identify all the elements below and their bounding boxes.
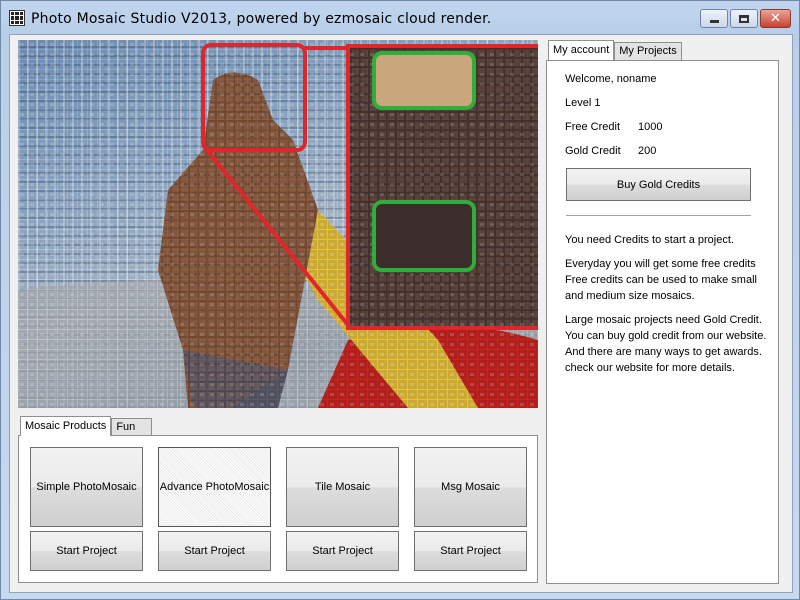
app-window: Photo Mosaic Studio V2013, powered by ez…: [0, 0, 800, 600]
info-credits-needed: You need Credits to start a project.: [565, 234, 734, 246]
info-free-credits-2: Free credits can be used to make small: [565, 274, 757, 286]
maximize-icon: [739, 14, 749, 23]
window-title: Photo Mosaic Studio V2013, powered by ez…: [31, 11, 492, 27]
tile-mosaic-button[interactable]: Tile Mosaic: [286, 447, 399, 527]
tab-fun[interactable]: Fun: [111, 418, 153, 436]
welcome-text: Welcome, noname: [565, 73, 657, 85]
info-gold-credit-2: You can buy gold credit from our website…: [565, 330, 767, 342]
gold-credit-value: 200: [638, 145, 657, 157]
client-area: Mosaic Products Fun Simple PhotoMosaic A…: [9, 34, 793, 593]
start-project-advance-button[interactable]: Start Project: [158, 531, 271, 571]
mosaic-preview-graphic: [18, 40, 538, 408]
tab-mosaic-products[interactable]: Mosaic Products: [20, 416, 112, 436]
free-credit-value: 1000: [638, 121, 663, 133]
mosaic-products-panel: Simple PhotoMosaic Advance PhotoMosaic T…: [18, 435, 538, 583]
tab-my-account[interactable]: My account: [548, 40, 615, 60]
buy-gold-credits-button[interactable]: Buy Gold Credits: [566, 168, 751, 201]
msg-mosaic-button[interactable]: Msg Mosaic: [414, 447, 527, 527]
info-gold-credit-4: check our website for more details.: [565, 362, 735, 374]
start-project-msg-button[interactable]: Start Project: [414, 531, 527, 571]
minimize-button[interactable]: [700, 9, 728, 28]
minimize-icon: [709, 20, 719, 23]
gold-credit-label: Gold Credit: [565, 145, 621, 157]
mosaic-preview-image: [18, 40, 538, 408]
product-tabs: Mosaic Products Fun: [20, 416, 153, 436]
start-project-tile-button[interactable]: Start Project: [286, 531, 399, 571]
title-bar[interactable]: Photo Mosaic Studio V2013, powered by ez…: [1, 1, 799, 34]
info-free-credits-1: Everyday you will get some free credits: [565, 258, 756, 270]
advance-photomosaic-button[interactable]: Advance PhotoMosaic: [158, 447, 271, 527]
my-account-panel: Welcome, noname Level 1 Free Credit 1000…: [546, 60, 779, 584]
simple-photomosaic-button[interactable]: Simple PhotoMosaic: [30, 447, 143, 527]
account-tabs: My account My Projects: [548, 40, 682, 61]
close-icon: ✕: [770, 11, 781, 26]
app-icon[interactable]: [9, 10, 25, 26]
info-free-credits-3: and medium size mosaics.: [565, 290, 695, 302]
close-button[interactable]: ✕: [760, 9, 791, 28]
level-text: Level 1: [565, 97, 601, 109]
window-controls: ✕: [700, 9, 791, 28]
free-credit-label: Free Credit: [565, 121, 621, 133]
maximize-button[interactable]: [730, 9, 758, 28]
start-project-simple-button[interactable]: Start Project: [30, 531, 143, 571]
info-gold-credit-1: Large mosaic projects need Gold Credit.: [565, 314, 762, 326]
tab-my-projects[interactable]: My Projects: [614, 42, 682, 60]
info-gold-credit-3: And there are many ways to get awards.: [565, 346, 762, 358]
divider: [566, 215, 751, 217]
